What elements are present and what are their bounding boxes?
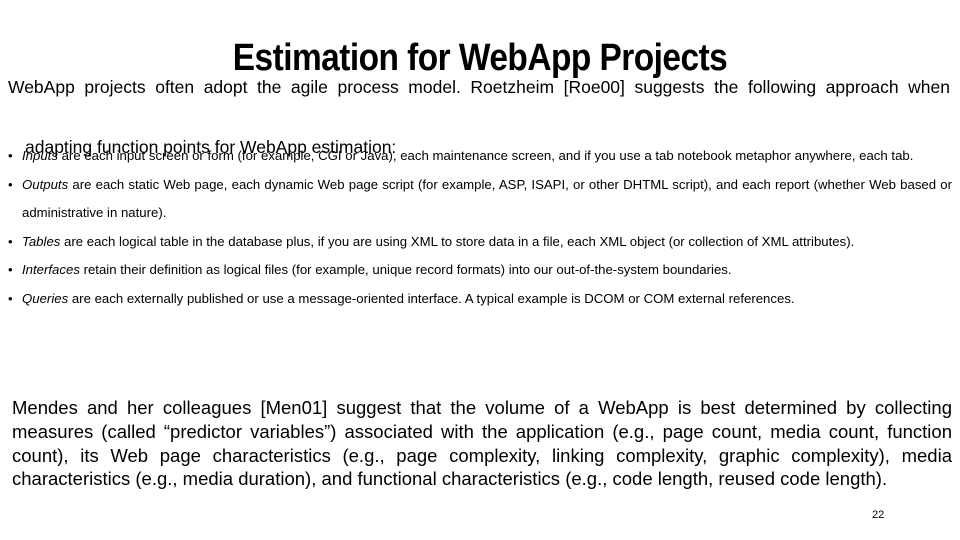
bullet-term: Inputs xyxy=(22,148,58,163)
closing-paragraph: Mendes and her colleagues [Men01] sugges… xyxy=(12,397,952,490)
bullet-marker-icon: • xyxy=(8,290,13,306)
list-item: • Queries are each externally published … xyxy=(8,285,952,314)
list-item: • Tables are each logical table in the d… xyxy=(8,228,952,257)
bullet-text: are each externally published or use a m… xyxy=(68,290,795,306)
bullet-marker-icon: • xyxy=(8,233,13,249)
bullet-marker-icon: • xyxy=(8,176,13,192)
bullet-term: Tables xyxy=(22,233,61,249)
bullet-term: Interfaces xyxy=(22,262,80,277)
bullet-marker-icon: • xyxy=(8,262,13,277)
list-item: • Outputs are each static Web page, each… xyxy=(8,171,952,228)
bullet-text: retain their definition as logical files… xyxy=(79,262,732,277)
bullet-text: are each input screen or form (for examp… xyxy=(57,148,914,163)
bullet-term: Queries xyxy=(22,290,69,306)
bullet-marker-icon: • xyxy=(8,148,13,163)
bullet-term: Outputs xyxy=(22,176,69,192)
list-item: • Interfaces retain their definition as … xyxy=(8,256,952,285)
page-number: 22 xyxy=(872,509,885,521)
slide-canvas: Estimation for WebApp Projects WebApp pr… xyxy=(0,0,960,540)
intro-line-1: WebApp projects often adopt the agile pr… xyxy=(8,77,950,97)
bullet-text: are each logical table in the database p… xyxy=(60,233,855,249)
bullet-list: • Inputs are each input screen or form (… xyxy=(8,142,952,313)
bullet-text: are each static Web page, each dynamic W… xyxy=(22,176,952,221)
list-item: • Inputs are each input screen or form (… xyxy=(8,142,952,171)
